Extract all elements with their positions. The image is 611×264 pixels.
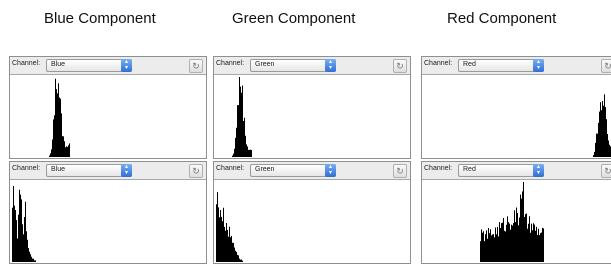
- channel-select-value: Red: [463, 61, 476, 68]
- channel-select[interactable]: Blue ▴ ▾: [46, 59, 132, 72]
- refresh-icon[interactable]: ↻: [393, 59, 407, 73]
- histogram-panel: Channel: Red ▴▾ ↻: [421, 161, 611, 264]
- histogram-panel: Channel: Blue ▴ ▾ ↻: [9, 56, 207, 159]
- refresh-icon[interactable]: ↻: [189, 59, 203, 73]
- up-down-arrows-icon: ▴ ▾: [325, 59, 336, 72]
- blue-component-heading: Blue Component: [44, 10, 156, 27]
- refresh-icon[interactable]: ↻: [601, 164, 611, 178]
- red-component-heading: Red Component: [447, 10, 557, 27]
- histogram-panel: Channel: Blue ▴ ▾ ↻: [9, 161, 207, 264]
- histogram-panel: Channel: Green ▴ ▾ ↻: [213, 56, 411, 159]
- channel-select[interactable]: Green ▴ ▾: [250, 59, 336, 72]
- channel-select[interactable]: Red ▴ ▾: [458, 59, 544, 72]
- histogram: [49, 78, 70, 157]
- channel-label: Channel:: [12, 165, 41, 172]
- channel-select-value: Blue: [51, 166, 66, 173]
- histogram: [216, 192, 243, 262]
- channel-select-value: Green: [255, 166, 275, 173]
- red-column: Channel: Red ▴▾ ↻ Channel: Red ▴▾ ↻: [421, 56, 611, 264]
- up-down-arrows-icon: ▴ ▾: [121, 164, 132, 177]
- green-component-heading: Green Component: [232, 10, 356, 27]
- histogram: [480, 182, 544, 262]
- histogram-panel: Channel: Green ▴ ▾ ↻: [213, 161, 411, 264]
- channel-toolbar: Channel: Blue ▴ ▾ ↻: [10, 57, 206, 75]
- channel-toolbar: Channel: Green ▴ ▾ ↻: [214, 57, 410, 75]
- channel-label: Channel:: [12, 60, 41, 67]
- histogram: [593, 94, 611, 157]
- channel-select-value: Red: [463, 166, 476, 173]
- channel-label: Channel:: [424, 60, 453, 67]
- channel-label: Channel:: [216, 165, 245, 172]
- up-down-arrows-icon: ▴ ▾: [325, 164, 336, 177]
- histogram-panel: Channel: Red ▴▾ ↻: [421, 56, 611, 159]
- channel-select[interactable]: Red ▴ ▾: [458, 164, 544, 177]
- channel-toolbar: Channel: Green ▴ ▾ ↻: [214, 162, 410, 180]
- up-down-arrows-icon: ▴ ▾: [533, 164, 544, 177]
- channel-label: Channel:: [424, 165, 453, 172]
- channel-toolbar: Channel: Blue ▴ ▾ ↻: [10, 162, 206, 180]
- channel-select-value: Blue: [51, 61, 66, 68]
- histogram: [12, 186, 36, 262]
- refresh-icon[interactable]: ↻: [189, 164, 203, 178]
- up-down-arrows-icon: ▴ ▾: [121, 59, 132, 72]
- channel-select[interactable]: Green ▴ ▾: [250, 164, 336, 177]
- histogram: [232, 77, 252, 157]
- channel-select-value: Green: [255, 61, 275, 68]
- up-down-arrows-icon: ▴ ▾: [533, 59, 544, 72]
- channel-toolbar: Channel: Red ▴▾ ↻: [422, 162, 611, 180]
- refresh-icon[interactable]: ↻: [393, 164, 407, 178]
- channel-toolbar: Channel: Red ▴▾ ↻: [422, 57, 611, 75]
- channel-select[interactable]: Blue ▴ ▾: [46, 164, 132, 177]
- refresh-icon[interactable]: ↻: [601, 59, 611, 73]
- channel-label: Channel:: [216, 60, 245, 67]
- blue-column: Channel: Blue ▴ ▾ ↻ Channel: Blue ▴ ▾ ↻: [9, 56, 207, 264]
- green-column: Channel: Green ▴ ▾ ↻ Channel: Green ▴ ▾ ↻: [213, 56, 411, 264]
